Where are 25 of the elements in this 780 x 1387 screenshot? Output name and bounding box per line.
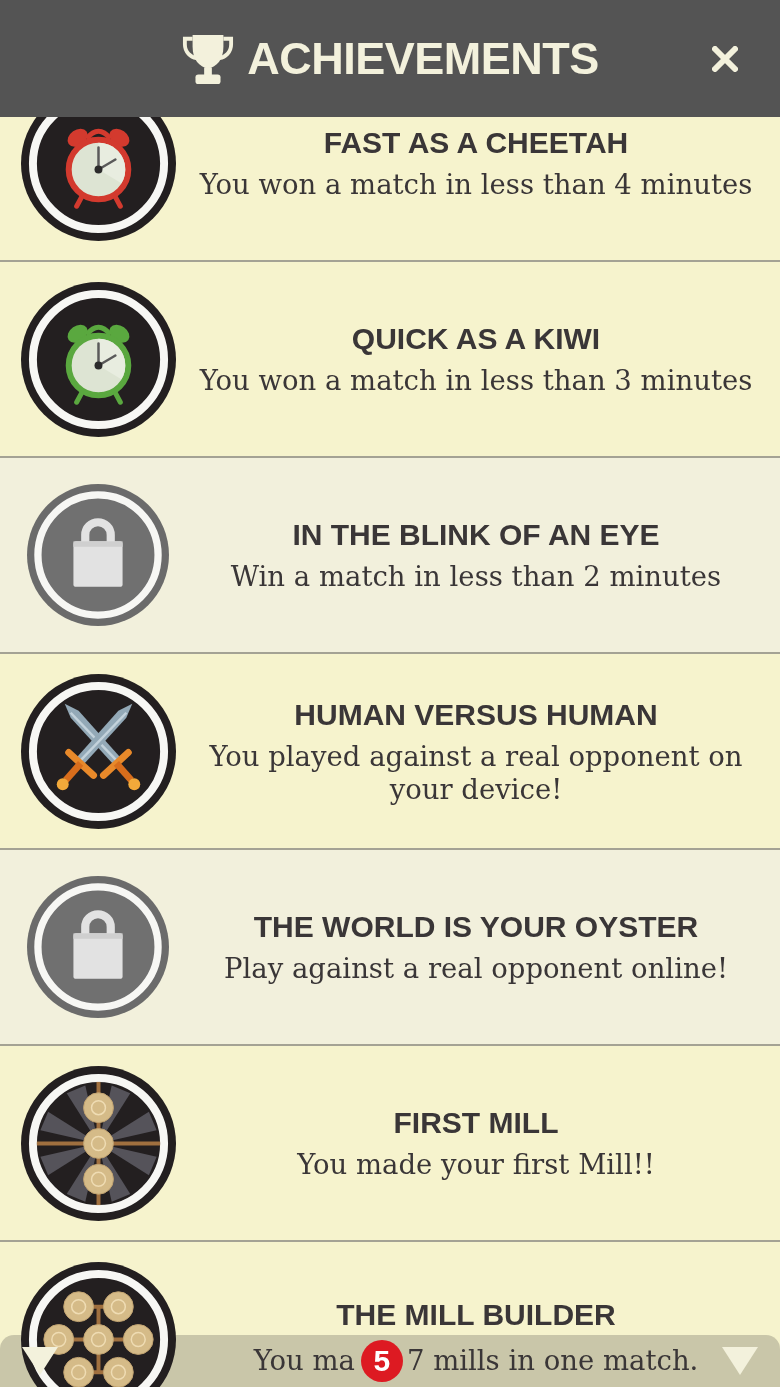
achievement-description: Play against a real opponent online! (223, 952, 729, 985)
close-button[interactable] (712, 45, 738, 72)
achievement-description: You won a match in less than 3 minutes (198, 364, 754, 397)
achievement-description: You ma (253, 1344, 355, 1377)
achievement-title: THE MILL BUILDER (335, 1296, 617, 1333)
lock-icon (27, 876, 169, 1018)
achievement-description: You played against a real opponent on your device! (208, 739, 744, 806)
achievement-description: Win a match in less than 2 minutes (229, 560, 723, 593)
lock-icon (27, 484, 169, 626)
seven-discs-icon (20, 1261, 176, 1387)
trophy-icon (181, 32, 236, 85)
close-icon (712, 45, 738, 72)
achievement-title: FIRST MILL (392, 1105, 560, 1141)
achievement-title: QUICK AS A KIWI (350, 321, 602, 357)
achievement-title: THE WORLD IS YOUR OYSTER (252, 909, 700, 945)
achievement-title: IN THE BLINK OF AN EYE (291, 517, 661, 553)
screen-title: ACHIEVEMENTS (247, 33, 599, 84)
achievement-title: HUMAN VERSUS HUMAN (293, 696, 659, 733)
crossed-swords-icon (20, 673, 176, 829)
achievement-description: You won a match in less than 4 minutes (198, 168, 754, 201)
achievement-description: 7 mills in one match. (406, 1344, 699, 1377)
achievement-title: FAST AS A CHEETAH (322, 125, 630, 161)
achievement-description: You made your first Mill!! (296, 1148, 656, 1181)
three-discs-icon (20, 1065, 176, 1221)
down-arrow-icon[interactable] (22, 1347, 58, 1375)
